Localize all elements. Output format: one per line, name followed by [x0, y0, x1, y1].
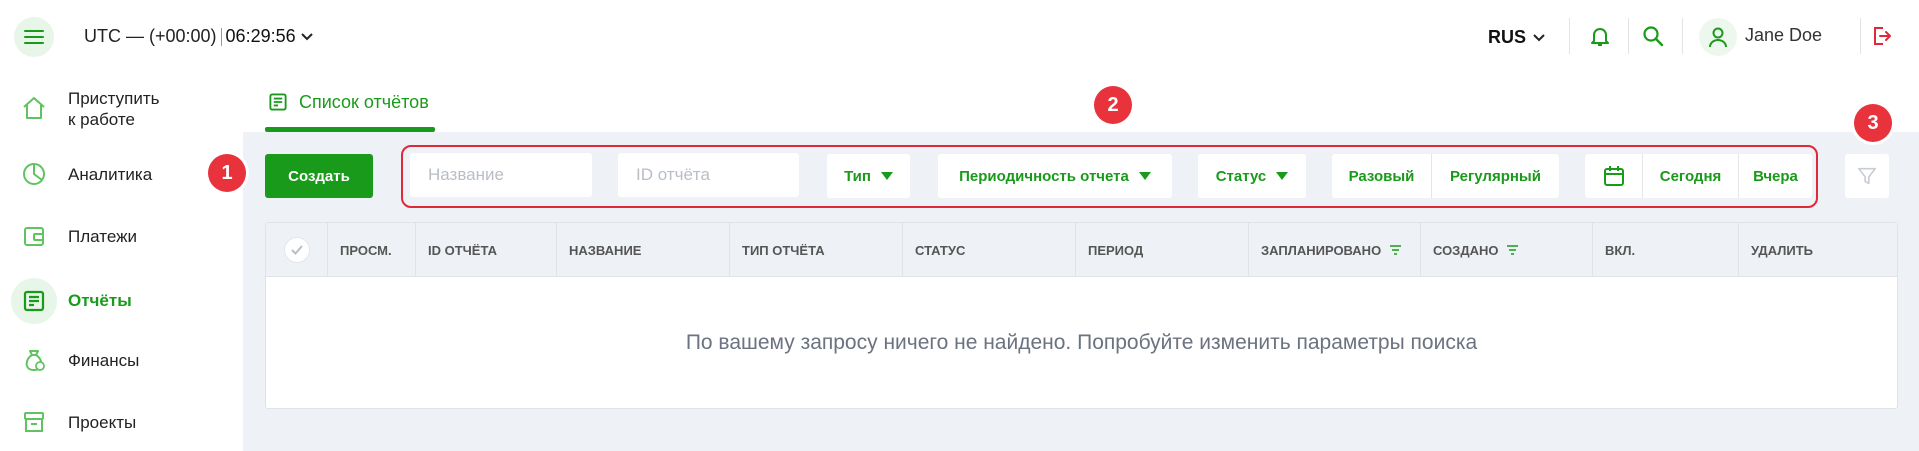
empty-state-message: По вашему запросу ничего не найдено. Поп… — [685, 330, 1478, 354]
annotation-badge: 1 — [208, 154, 246, 192]
main-content: Список отчётов Создать Тип Периодичность… — [243, 72, 1919, 451]
column-header-delete[interactable]: Удалить — [1738, 223, 1897, 277]
sidebar: Приступить к работе Аналитика Платежи От… — [0, 72, 243, 451]
column-header-status[interactable]: Статус — [902, 223, 1075, 277]
pie-chart-icon — [23, 163, 45, 185]
wallet-icon — [24, 227, 44, 246]
table-header: Просм. ID отчёта Название Тип отчёта Ста… — [266, 223, 1897, 277]
column-header-label: Запланировано — [1261, 242, 1382, 258]
bell-icon[interactable] — [1588, 24, 1612, 48]
active-tab-indicator — [265, 127, 435, 132]
column-header-label: Создано — [1433, 242, 1499, 258]
column-header-created[interactable]: Создано — [1420, 223, 1592, 277]
sidebar-item-getting-started[interactable]: Приступить к работе — [0, 86, 243, 130]
user-icon — [1709, 27, 1727, 48]
nav-icon-wrap — [14, 88, 54, 128]
header-divider — [1860, 18, 1861, 54]
archive-icon — [24, 412, 44, 432]
avatar[interactable] — [1699, 18, 1737, 56]
column-header-label: Название — [569, 242, 642, 258]
column-header-label: Тип отчёта — [742, 242, 825, 258]
report-icon — [23, 290, 45, 312]
column-header-period[interactable]: Период — [1075, 223, 1248, 277]
sidebar-item-label: Отчёты — [68, 291, 132, 310]
sidebar-item-payments[interactable]: Платежи — [0, 214, 243, 258]
annotation-badge: 3 — [1854, 104, 1892, 142]
tab-report-list[interactable]: Список отчётов — [265, 72, 435, 132]
sidebar-item-label: Платежи — [68, 227, 137, 246]
column-header-label: ID отчёта — [428, 242, 498, 258]
column-header-report-id[interactable]: ID отчёта — [415, 223, 556, 277]
reports-table: Просм. ID отчёта Название Тип отчёта Ста… — [265, 222, 1898, 409]
column-header-label: Просм. — [340, 242, 392, 258]
annotation-badge: 2 — [1094, 86, 1132, 124]
sidebar-item-reports[interactable]: Отчёты — [0, 275, 243, 324]
column-header-report-type[interactable]: Тип отчёта — [729, 223, 902, 277]
filter-button[interactable] — [1845, 154, 1889, 198]
sidebar-item-label: Приступить к работе — [68, 89, 160, 129]
nav-icon-wrap — [14, 340, 54, 380]
hamburger-menu-button[interactable] — [14, 17, 54, 57]
report-icon — [269, 93, 287, 111]
header-divider — [1682, 18, 1683, 54]
column-header-label: Вкл. — [1605, 242, 1636, 258]
timezone-divider — [220, 27, 222, 46]
nav-icon-wrap — [11, 278, 57, 324]
column-header-enabled[interactable]: Вкл. — [1592, 223, 1738, 277]
header-divider — [1628, 18, 1629, 54]
column-header-label: Период — [1088, 242, 1144, 258]
sidebar-item-label: Финансы — [68, 351, 140, 370]
sidebar-item-label: Проекты — [68, 413, 137, 432]
filter-icon — [1857, 167, 1877, 185]
search-icon[interactable] — [1641, 24, 1665, 48]
timezone-label: UTC — (+00:00) — [84, 26, 217, 46]
checkmark-icon — [290, 245, 303, 255]
column-header-scheduled[interactable]: Запланировано — [1248, 223, 1420, 277]
sidebar-item-analytics[interactable]: Аналитика — [0, 152, 243, 196]
column-header-label: Удалить — [1751, 242, 1813, 258]
logout-icon[interactable] — [1870, 24, 1894, 48]
select-all-checkbox[interactable] — [283, 237, 310, 263]
sort-icon — [1507, 245, 1519, 255]
nav-icon-wrap — [14, 216, 54, 256]
tab-label: Список отчётов — [299, 91, 429, 112]
language-label: RUS — [1488, 27, 1527, 47]
column-header-viewed[interactable]: Просм. — [327, 223, 415, 277]
user-name[interactable]: Jane Doe — [1745, 25, 1822, 46]
header-divider — [1569, 18, 1570, 54]
column-header-label: Статус — [915, 242, 966, 258]
current-time: 06:29:56 — [225, 26, 296, 46]
select-all-column — [266, 223, 327, 277]
nav-icon-wrap — [14, 154, 54, 194]
nav-icon-wrap — [14, 402, 54, 442]
money-bag-icon — [25, 350, 45, 372]
top-header: UTC — (+00:00) 06:29:56 RUS Jane Doe — [0, 0, 1919, 72]
filters-highlight-frame — [401, 145, 1818, 208]
sort-icon — [1390, 245, 1402, 255]
column-header-name[interactable]: Название — [556, 223, 729, 277]
tabs-bar: Список отчётов — [243, 72, 1919, 132]
create-button[interactable]: Создать — [265, 154, 373, 198]
timezone-selector[interactable]: UTC — (+00:00) 06:29:56 — [84, 26, 314, 47]
sidebar-item-finance[interactable]: Финансы — [0, 338, 243, 382]
sidebar-item-projects[interactable]: Проекты — [0, 400, 243, 444]
chevron-down-icon — [300, 32, 313, 40]
language-selector[interactable]: RUS — [1488, 27, 1546, 48]
chevron-down-icon — [1533, 33, 1545, 41]
sidebar-item-label: Аналитика — [68, 165, 153, 184]
reports-page: UTC — (+00:00) 06:29:56 RUS Jane Doe При… — [0, 0, 1919, 451]
home-icon — [23, 97, 45, 119]
hamburger-icon — [24, 30, 44, 44]
